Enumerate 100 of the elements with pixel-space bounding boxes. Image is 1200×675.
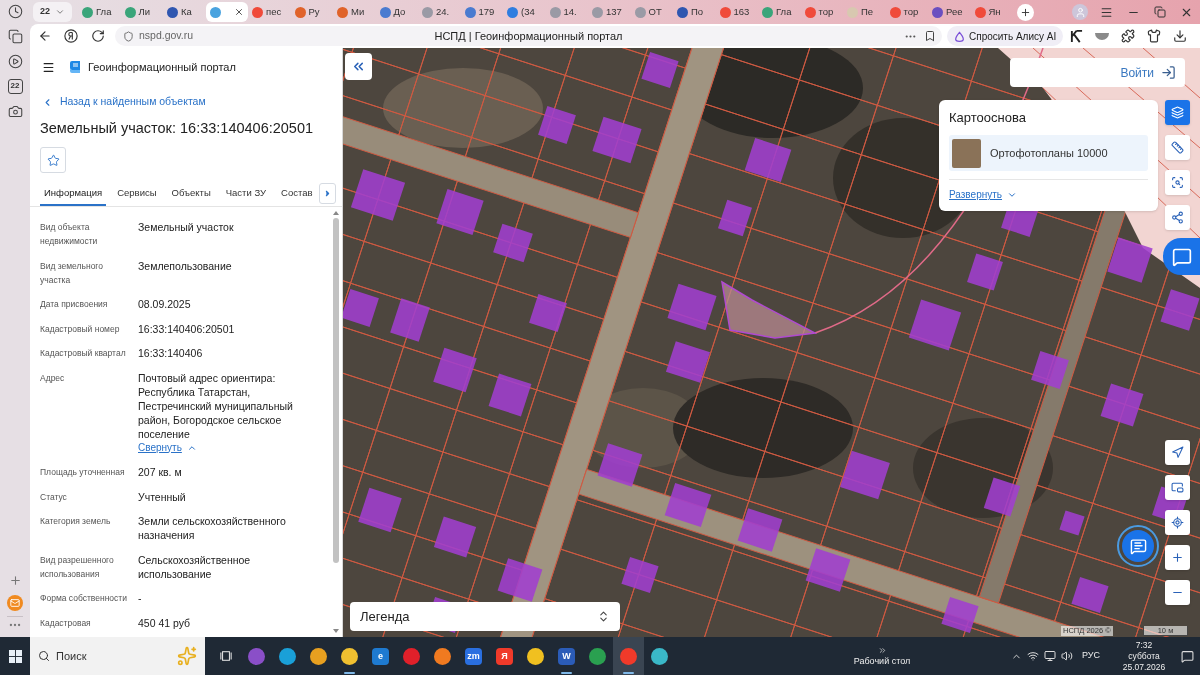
- screenshot-icon[interactable]: [7, 104, 23, 119]
- menu-icon[interactable]: [42, 60, 55, 74]
- panel-tab[interactable]: Информация: [40, 183, 107, 206]
- picture-in-picture-icon: [1171, 481, 1184, 494]
- browser-tab[interactable]: Ка: [163, 2, 206, 22]
- satellite-map-drawing[interactable]: [343, 48, 1200, 637]
- shirt-icon[interactable]: [1147, 29, 1162, 43]
- login-button[interactable]: Войти: [1010, 58, 1185, 87]
- browser-tab[interactable]: тор: [885, 2, 928, 22]
- double-chevron-right-icon[interactable]: [877, 645, 887, 655]
- app-title: Геоинформационный портал: [88, 59, 236, 75]
- map-tool-button[interactable]: [1165, 170, 1190, 195]
- download-icon[interactable]: [1173, 29, 1188, 43]
- panel-tab[interactable]: Состав: [277, 183, 317, 206]
- back-link[interactable]: Назад к найденным объектам: [30, 86, 342, 118]
- panel-tab[interactable]: Объекты: [167, 183, 215, 206]
- shield-icon[interactable]: [123, 30, 134, 42]
- taskbar-search-box[interactable]: Поиск: [30, 637, 205, 675]
- portal-logo-icon: [69, 60, 81, 74]
- browser-tab[interactable]: Гла: [78, 2, 121, 22]
- play-icon[interactable]: [7, 54, 23, 69]
- find-location-button[interactable]: [1165, 510, 1190, 535]
- network-icon[interactable]: [1026, 650, 1039, 662]
- back-icon[interactable]: [38, 29, 52, 43]
- favorite-button[interactable]: [40, 147, 66, 173]
- property-label: Адрес: [40, 371, 66, 385]
- minimap-button[interactable]: [1165, 475, 1190, 500]
- new-tab-button[interactable]: [1017, 3, 1034, 21]
- browser-tab[interactable]: 179: [460, 2, 503, 22]
- browser-tab[interactable]: 24.: [418, 2, 461, 22]
- legend-select[interactable]: Легенда: [350, 602, 620, 631]
- assistant-button[interactable]: [1163, 238, 1200, 275]
- page-title: НСПД | Геоинформационный портал: [434, 28, 623, 44]
- browser-tab[interactable]: Ми: [333, 2, 376, 22]
- property-value: Земли сельскохозяйственного назначения: [138, 514, 287, 542]
- menu-icon[interactable]: [1100, 5, 1113, 19]
- browser-tab[interactable]: 14.: [545, 2, 588, 22]
- browser-tab[interactable]: Рее: [928, 2, 971, 22]
- history-icon[interactable]: [7, 4, 23, 19]
- ruler-icon: [1171, 141, 1184, 154]
- expand-link[interactable]: Развернуть: [949, 187, 1017, 202]
- app-logo: zm: [465, 647, 482, 665]
- collapse-panel-button[interactable]: [345, 53, 372, 80]
- extensions-icon[interactable]: [1121, 29, 1136, 43]
- scroll-up-icon[interactable]: [333, 211, 339, 215]
- browser-tab[interactable]: 163: [715, 2, 758, 22]
- calendar-button[interactable]: 22: [7, 79, 23, 94]
- scroll-down-icon[interactable]: [333, 629, 339, 633]
- windows-start-icon[interactable]: [8, 649, 22, 663]
- map-tool-button[interactable]: [1165, 205, 1190, 230]
- bowl-icon[interactable]: [1095, 32, 1110, 40]
- browser-logo-icon[interactable]: [64, 29, 78, 43]
- chat-button[interactable]: [1117, 525, 1159, 567]
- scrollbar-thumb[interactable]: [333, 218, 339, 563]
- close-tab-icon[interactable]: [234, 7, 244, 17]
- url-field[interactable]: nspd.gov.ru: [139, 28, 194, 44]
- language-indicator[interactable]: РУС: [1081, 649, 1100, 663]
- zoom-in-button[interactable]: [1165, 545, 1190, 570]
- scroll-tabs-button[interactable]: [319, 183, 336, 204]
- basemap-layer-item[interactable]: Ортофотопланы 10000: [949, 135, 1148, 171]
- taskbar-app-button[interactable]: Я: [489, 637, 520, 675]
- browser-tab[interactable]: 137: [588, 2, 631, 22]
- property-label: Вид разрешенного использования: [40, 553, 115, 581]
- browser-tab[interactable]: (34: [503, 2, 546, 22]
- alice-button[interactable]: Спросить Алису AI: [947, 26, 1064, 46]
- locate-button[interactable]: [1165, 440, 1190, 465]
- tab-counter-button[interactable]: 22: [33, 2, 72, 22]
- address-bar[interactable]: nspd.gov.ru НСПД | Геоинформационный портал: [115, 26, 942, 46]
- browser-tab[interactable]: тор: [800, 2, 843, 22]
- add-icon[interactable]: [8, 574, 22, 587]
- browser-tab[interactable]: Ли: [120, 2, 163, 22]
- browser-tab[interactable]: Ру: [290, 2, 333, 22]
- app-logo-icon[interactable]: [1069, 29, 1083, 43]
- property-label: Кадастровый квартал: [40, 347, 127, 360]
- taskbar-app-button[interactable]: e: [365, 637, 396, 675]
- map-tool-button[interactable]: [1165, 135, 1190, 160]
- task-view-icon[interactable]: [220, 650, 232, 662]
- reload-icon[interactable]: [91, 29, 105, 43]
- browser-tab[interactable]: Пе: [843, 2, 886, 22]
- taskbar-app-button[interactable]: W: [551, 637, 582, 675]
- bookmark-icon[interactable]: [924, 30, 936, 42]
- panel-tab[interactable]: Сервисы: [113, 183, 161, 206]
- desktop-toolbar-label[interactable]: Рабочий стол: [853, 654, 911, 667]
- panel-tab[interactable]: Части ЗУ: [221, 183, 271, 206]
- browser-tab[interactable]: пес: [248, 2, 291, 22]
- collapse-link[interactable]: Свернуть: [138, 440, 197, 455]
- browser-tab[interactable]: По: [673, 2, 716, 22]
- map-tool-button[interactable]: [1165, 100, 1190, 125]
- search-input[interactable]: Поиск: [56, 647, 171, 665]
- restore-icon[interactable]: [1154, 6, 1166, 18]
- browser-tab[interactable]: Гла: [758, 2, 801, 22]
- notifications-icon[interactable]: [1180, 649, 1194, 663]
- volume-icon[interactable]: [1060, 650, 1073, 662]
- monitor-icon[interactable]: [1043, 650, 1056, 662]
- browser-tab[interactable]: Ян: [970, 2, 1013, 22]
- browser-tab[interactable]: ОТ: [630, 2, 673, 22]
- property-value: 16:33:140406: [138, 346, 203, 360]
- tabs-icon[interactable]: [7, 29, 23, 44]
- taskbar-app-button[interactable]: zm: [458, 637, 489, 675]
- browser-tab[interactable]: До: [375, 2, 418, 22]
